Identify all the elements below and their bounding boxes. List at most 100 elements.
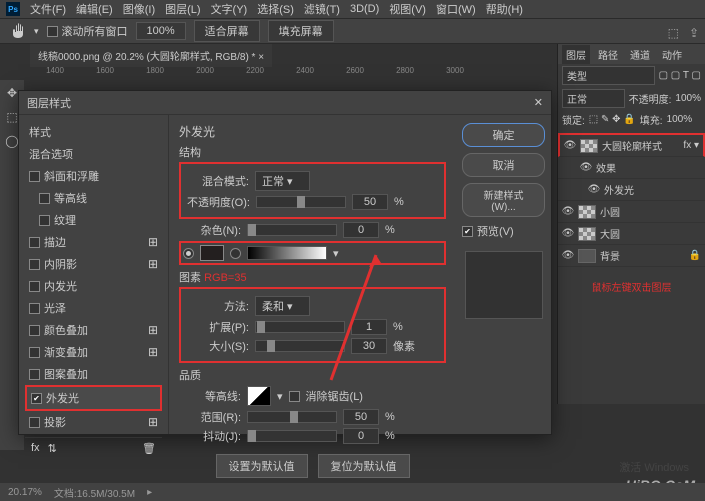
range-input[interactable] <box>343 409 379 425</box>
share-icon[interactable]: ⇪ <box>689 26 699 40</box>
visibility-icon[interactable]: 👁 <box>588 184 600 196</box>
make-default-button[interactable]: 设置为默认值 <box>216 454 308 478</box>
layer-small-circle[interactable]: 👁 小圆 <box>558 201 705 223</box>
filter-kind-select[interactable]: 类型 <box>562 66 655 85</box>
menu-select[interactable]: 选择(S) <box>253 1 298 17</box>
style-outer-glow[interactable]: 外发光 <box>25 385 162 411</box>
document-tab[interactable]: 线稿0000.png @ 20.2% (大圆轮廓样式, RGB/8) * × <box>30 44 272 67</box>
menu-type[interactable]: 文字(Y) <box>207 1 252 17</box>
tab-layers[interactable]: 图层 <box>562 45 590 64</box>
tab-actions[interactable]: 动作 <box>658 45 686 64</box>
blend-options[interactable]: 混合选项 <box>25 143 162 165</box>
menu-file[interactable]: 文件(F) <box>26 1 70 17</box>
menu-filter[interactable]: 滤镜(T) <box>300 1 344 17</box>
options-bar: ▾ 滚动所有窗口 100% 适合屏幕 填充屏幕 <box>0 18 705 44</box>
spread-input[interactable] <box>351 319 387 335</box>
lock-icons[interactable]: ⬚ ✎ ✥ 🔒 <box>589 114 636 125</box>
fill-screen-button[interactable]: 填充屏幕 <box>268 20 334 42</box>
scroll-all-checkbox[interactable]: 滚动所有窗口 <box>47 23 128 39</box>
add-icon[interactable]: ⊞ <box>148 235 158 249</box>
menu-window[interactable]: 窗口(W) <box>432 1 480 17</box>
fx-icon[interactable]: fx <box>31 442 40 455</box>
menu-image[interactable]: 图像(I) <box>119 1 159 17</box>
dropdown-arrow-icon[interactable]: ▾ <box>34 26 39 37</box>
style-contour[interactable]: 等高线 <box>25 187 162 209</box>
up-down-icon[interactable]: ⇅ <box>48 442 57 455</box>
visibility-icon[interactable]: 👁 <box>564 140 576 152</box>
blend-mode-select[interactable]: 正常 ▾ <box>255 171 310 191</box>
menu-layer[interactable]: 图层(L) <box>161 1 204 17</box>
add-icon[interactable]: ⊞ <box>148 415 158 429</box>
fx-badge-icon[interactable]: fx ▾ <box>683 140 699 151</box>
close-icon[interactable]: ✕ <box>534 96 543 109</box>
antialias-checkbox[interactable] <box>289 391 300 402</box>
dropdown-icon[interactable]: ▾ <box>277 390 283 403</box>
layer-outer-glow-fx[interactable]: 👁 外发光 <box>558 179 705 201</box>
fill-value[interactable]: 100% <box>667 114 693 125</box>
layer-effects[interactable]: 👁 效果 <box>558 157 705 179</box>
visibility-icon[interactable]: 👁 <box>562 206 574 218</box>
style-color-overlay[interactable]: 颜色叠加⊞ <box>25 319 162 341</box>
style-bevel[interactable]: 斜面和浮雕 <box>25 165 162 187</box>
glow-color-swatch[interactable] <box>200 245 224 261</box>
style-inner-shadow[interactable]: 内阴影⊞ <box>25 253 162 275</box>
menu-edit[interactable]: 编辑(E) <box>72 1 117 17</box>
menu-view[interactable]: 视图(V) <box>385 1 430 17</box>
trash-icon[interactable]: 🗑 <box>142 442 156 455</box>
layer-main-outline[interactable]: 👁 大圆轮廓样式 fx ▾ <box>558 133 705 157</box>
menu-help[interactable]: 帮助(H) <box>482 1 527 17</box>
fit-screen-button[interactable]: 适合屏幕 <box>194 20 260 42</box>
add-icon[interactable]: ⊞ <box>148 257 158 271</box>
zoom-100-button[interactable]: 100% <box>136 22 186 40</box>
tab-paths[interactable]: 路径 <box>594 45 622 64</box>
style-inner-glow[interactable]: 内发光 <box>25 275 162 297</box>
spread-slider[interactable] <box>255 321 345 333</box>
gradient-radio[interactable] <box>230 248 241 259</box>
menu-3d[interactable]: 3D(D) <box>346 3 383 15</box>
style-pattern-overlay[interactable]: 图案叠加 <box>25 363 162 385</box>
search-icon[interactable]: ⬚ <box>668 26 679 40</box>
style-stroke[interactable]: 描边⊞ <box>25 231 162 253</box>
technique-select[interactable]: 柔和 ▾ <box>255 296 310 316</box>
range-slider[interactable] <box>247 411 337 423</box>
color-radio[interactable] <box>183 248 194 259</box>
noise-label: 杂色(N): <box>179 222 241 238</box>
style-gradient-overlay[interactable]: 渐变叠加⊞ <box>25 341 162 363</box>
preview-checkbox[interactable]: 预览(V) <box>462 223 545 239</box>
layer-background[interactable]: 👁 背景 🔒 <box>558 245 705 267</box>
noise-input[interactable] <box>343 222 379 238</box>
gradient-swatch[interactable] <box>247 246 327 260</box>
add-icon[interactable]: ⊞ <box>148 323 158 337</box>
style-texture[interactable]: 纹理 <box>25 209 162 231</box>
styles-header[interactable]: 样式 <box>25 121 162 143</box>
cancel-button[interactable]: 取消 <box>462 153 545 177</box>
noise-slider[interactable] <box>247 224 337 236</box>
opacity-value[interactable]: 100% <box>675 93 701 104</box>
add-icon[interactable]: ⊞ <box>148 345 158 359</box>
jitter-slider[interactable] <box>247 430 337 442</box>
style-drop-shadow[interactable]: 投影⊞ <box>25 411 162 433</box>
opacity-slider[interactable] <box>256 196 346 208</box>
document-size[interactable]: 文档:16.5M/30.5M <box>54 485 135 500</box>
dropdown-icon[interactable]: ▾ <box>333 247 339 260</box>
size-input[interactable] <box>351 338 387 354</box>
visibility-icon[interactable]: 👁 <box>562 228 574 240</box>
tab-channels[interactable]: 通道 <box>626 45 654 64</box>
blend-mode-select[interactable]: 正常 <box>562 89 625 108</box>
contour-picker[interactable] <box>247 386 271 406</box>
visibility-icon[interactable]: 👁 <box>580 162 592 174</box>
jitter-input[interactable] <box>343 428 379 444</box>
close-tab-icon[interactable]: × <box>258 52 264 63</box>
zoom-level[interactable]: 20.17% <box>8 487 42 498</box>
style-satin[interactable]: 光泽 <box>25 297 162 319</box>
new-style-button[interactable]: 新建样式(W)... <box>462 183 545 217</box>
status-arrow-icon[interactable]: ▸ <box>147 487 152 498</box>
ok-button[interactable]: 确定 <box>462 123 545 147</box>
opacity-input[interactable] <box>352 194 388 210</box>
visibility-icon[interactable]: 👁 <box>562 250 574 262</box>
layer-big-circle[interactable]: 👁 大圆 <box>558 223 705 245</box>
filter-icons[interactable]: ▢ ▢ T ▢ <box>659 70 701 81</box>
size-label: 大小(S): <box>187 338 249 354</box>
size-slider[interactable] <box>255 340 345 352</box>
reset-default-button[interactable]: 复位为默认值 <box>318 454 410 478</box>
